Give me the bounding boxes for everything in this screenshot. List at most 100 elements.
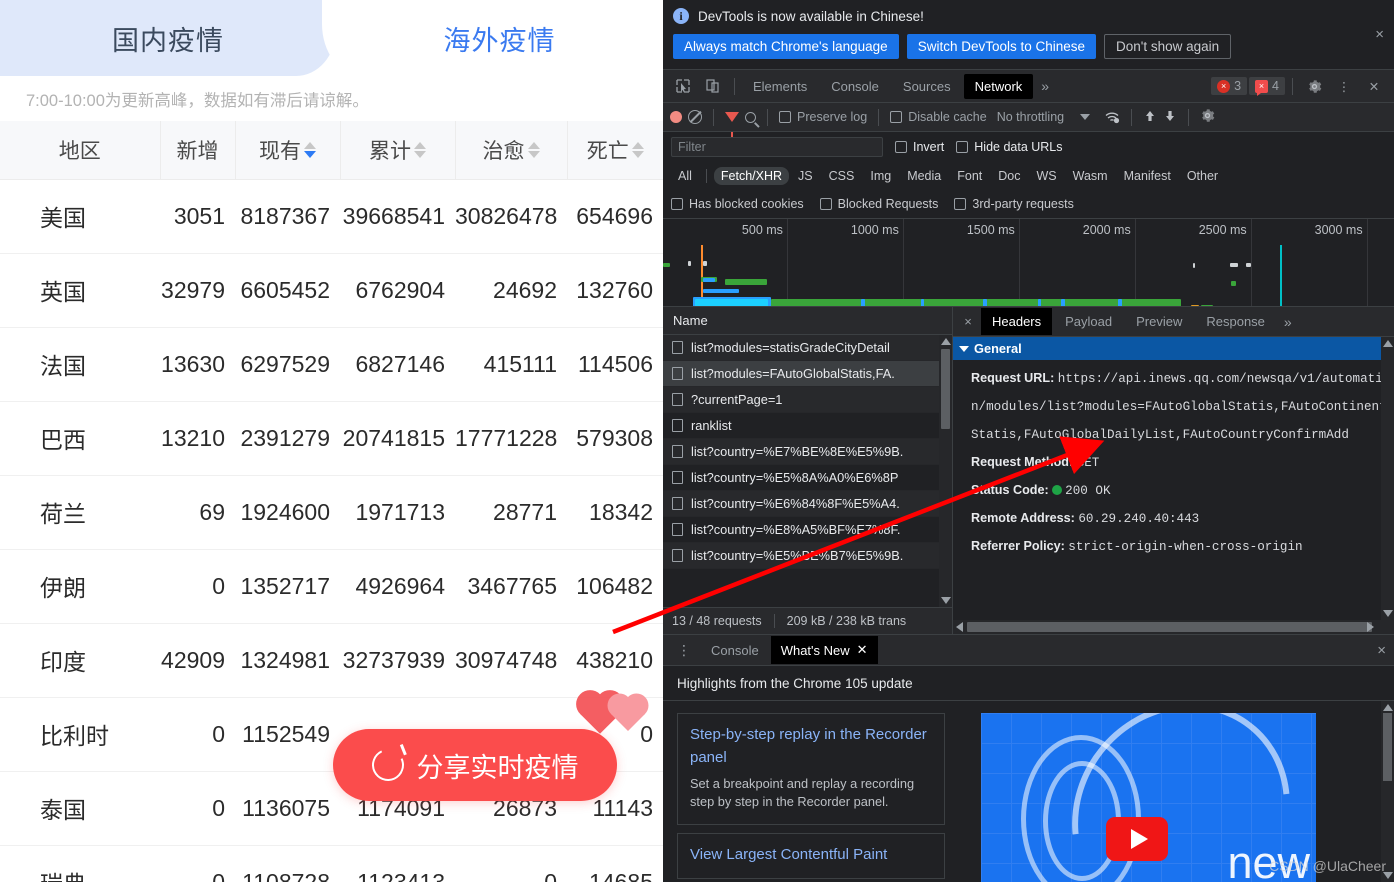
invert-checkbox[interactable]: Invert xyxy=(895,140,944,154)
col-header-current[interactable]: 现有 xyxy=(235,121,341,180)
disable-cache-box[interactable] xyxy=(890,111,903,123)
switch-to-chinese-button[interactable]: Switch DevTools to Chinese xyxy=(906,34,1097,59)
tab-elements[interactable]: Elements xyxy=(742,74,818,99)
always-match-language-button[interactable]: Always match Chrome's language xyxy=(673,34,899,59)
close-icon-banner[interactable]: × xyxy=(1375,26,1384,43)
whats-new-scroll-thumb[interactable] xyxy=(1383,713,1392,781)
inspect-element-icon[interactable] xyxy=(669,73,697,99)
general-section-header[interactable]: General xyxy=(953,337,1394,360)
network-conditions-icon[interactable] xyxy=(1104,110,1120,124)
table-row[interactable]: 法国 13630 6297529 6827146 415111 114506 xyxy=(0,327,663,402)
type-filter-media[interactable]: Media xyxy=(900,167,948,185)
chevron-down-icon-throttling[interactable] xyxy=(1080,114,1091,120)
preserve-log-box[interactable] xyxy=(779,111,791,123)
whats-new-scroll-down-icon[interactable] xyxy=(1383,872,1393,879)
detail-scroll-down-icon[interactable] xyxy=(1383,610,1393,617)
tab-overseas[interactable]: 海外疫情 xyxy=(336,0,663,76)
detail-tab-headers[interactable]: Headers xyxy=(981,308,1053,335)
scroll-up-icon[interactable] xyxy=(941,338,951,345)
drawer-kebab-menu-icon[interactable]: ⋮ xyxy=(669,643,699,657)
type-filter-js[interactable]: JS xyxy=(791,167,820,185)
close-icon-detail[interactable]: × xyxy=(957,314,979,329)
drawer-tab-console[interactable]: Console xyxy=(701,637,769,664)
type-filter-all[interactable]: All xyxy=(671,167,699,185)
detail-vertical-scrollbar[interactable] xyxy=(1381,337,1394,620)
blocked-requests-box[interactable] xyxy=(819,198,832,210)
col-header-total[interactable]: 累计 xyxy=(340,121,456,180)
detail-scroll-right-icon[interactable] xyxy=(1367,622,1374,632)
request-row[interactable]: list?country=%E8%A5%BF%E7%8F. xyxy=(663,517,952,543)
col-header-region[interactable]: 地区 xyxy=(0,121,161,180)
play-button-icon[interactable] xyxy=(1106,817,1168,861)
network-overview-timeline[interactable]: 500 ms 1000 ms 1500 ms 2000 ms 2500 ms 3000 m… xyxy=(663,219,1394,307)
filter-funnel-icon[interactable] xyxy=(725,112,739,137)
detail-tab-preview[interactable]: Preview xyxy=(1125,308,1193,335)
throttling-select-label[interactable]: No throttling xyxy=(997,110,1064,124)
type-filter-ws[interactable]: WS xyxy=(1029,167,1063,185)
request-row[interactable]: list?country=%E5%8A%A0%E6%8P xyxy=(663,465,952,491)
request-row[interactable]: ?currentPage=1 xyxy=(663,387,952,413)
drawer-tab-whats-new[interactable]: What's New ✕ xyxy=(770,636,878,664)
has-blocked-cookies-checkbox[interactable]: Has blocked cookies xyxy=(671,197,804,211)
warning-count-badge[interactable]: × 4 xyxy=(1249,77,1285,96)
detail-tab-payload[interactable]: Payload xyxy=(1054,308,1123,335)
hide-data-urls-checkbox[interactable]: Hide data URLs xyxy=(956,140,1063,154)
col-header-deaths[interactable]: 死亡 xyxy=(567,121,663,180)
table-row[interactable]: 英国 32979 6605452 6762904 24692 132760 xyxy=(0,253,663,328)
whats-new-video-thumbnail[interactable]: new xyxy=(981,713,1316,882)
settings-gear-icon[interactable] xyxy=(1300,73,1328,99)
detail-hscroll-thumb[interactable] xyxy=(967,622,1372,632)
third-party-box[interactable] xyxy=(954,198,967,210)
detail-scroll-left-icon[interactable] xyxy=(956,622,963,632)
blocked-requests-checkbox[interactable]: Blocked Requests xyxy=(819,197,938,211)
col-header-new[interactable]: 新增 xyxy=(160,121,236,180)
type-filter-font[interactable]: Font xyxy=(950,167,989,185)
type-filter-other[interactable]: Other xyxy=(1180,167,1225,185)
request-row[interactable]: ranklist xyxy=(663,413,952,439)
scrollbar-thumb[interactable] xyxy=(941,349,950,429)
tab-sources[interactable]: Sources xyxy=(892,74,962,99)
disable-cache-checkbox[interactable]: Disable cache xyxy=(890,110,987,124)
hide-data-urls-box[interactable] xyxy=(956,141,969,153)
network-settings-gear-icon[interactable] xyxy=(1200,108,1215,126)
type-filter-wasm[interactable]: Wasm xyxy=(1066,167,1115,185)
table-row[interactable]: 瑞典011087281123413014685 xyxy=(0,845,663,882)
tab-network[interactable]: Network xyxy=(963,73,1034,99)
type-filter-manifest[interactable]: Manifest xyxy=(1117,167,1178,185)
whats-new-card-heading[interactable]: View Largest Contentful Paint xyxy=(690,843,932,866)
detail-scroll-up-icon[interactable] xyxy=(1383,340,1393,347)
table-row[interactable]: 伊朗 0 1352717 4926964 3467765 106482 xyxy=(0,549,663,624)
dont-show-again-button[interactable]: Don't show again xyxy=(1104,34,1232,59)
third-party-requests-checkbox[interactable]: 3rd-party requests xyxy=(954,197,1074,211)
close-icon-whats-new-tab[interactable]: ✕ xyxy=(857,642,868,658)
scroll-down-icon[interactable] xyxy=(941,597,951,604)
request-row[interactable]: list?country=%E7%BE%8E%E5%9B. xyxy=(663,439,952,465)
sort-icon-total[interactable] xyxy=(414,141,426,158)
close-icon-drawer[interactable]: × xyxy=(1377,642,1386,659)
detail-more-tabs-icon[interactable]: » xyxy=(1278,310,1298,334)
import-har-icon[interactable] xyxy=(1143,109,1157,126)
device-toolbar-icon[interactable] xyxy=(699,73,727,99)
type-filter-img[interactable]: Img xyxy=(863,167,898,185)
preserve-log-checkbox[interactable]: Preserve log xyxy=(779,110,867,124)
invert-box[interactable] xyxy=(895,141,907,153)
request-row[interactable]: list?country=%E6%84%8F%E5%A4. xyxy=(663,491,952,517)
more-tabs-icon[interactable]: » xyxy=(1035,74,1055,98)
tab-console[interactable]: Console xyxy=(820,74,890,99)
table-row[interactable]: 印度 42909 1324981 32737939 30974748 438210 xyxy=(0,623,663,698)
request-name-column-header[interactable]: Name xyxy=(663,307,952,335)
sort-icon-deaths[interactable] xyxy=(631,141,644,158)
record-button-icon[interactable] xyxy=(670,111,682,123)
clear-network-log-icon[interactable] xyxy=(688,110,702,124)
request-row[interactable]: list?modules=FAutoGlobalStatis,FA. xyxy=(663,361,952,387)
table-row[interactable]: 荷兰 69 1924600 1971713 28771 18342 xyxy=(0,475,663,550)
sort-icon-cured[interactable] xyxy=(527,141,540,158)
request-row[interactable]: list?modules=statisGradeCityDetail xyxy=(663,335,952,361)
whats-new-scroll-up-icon[interactable] xyxy=(1383,704,1393,711)
error-count-badge[interactable]: × 3 xyxy=(1211,77,1248,95)
has-blocked-cookies-box[interactable] xyxy=(671,198,683,210)
whats-new-scrollbar[interactable] xyxy=(1381,701,1394,882)
tab-domestic[interactable]: 国内疫情 xyxy=(0,0,336,76)
filter-input[interactable] xyxy=(671,137,883,157)
request-list-scrollbar[interactable] xyxy=(939,335,952,607)
